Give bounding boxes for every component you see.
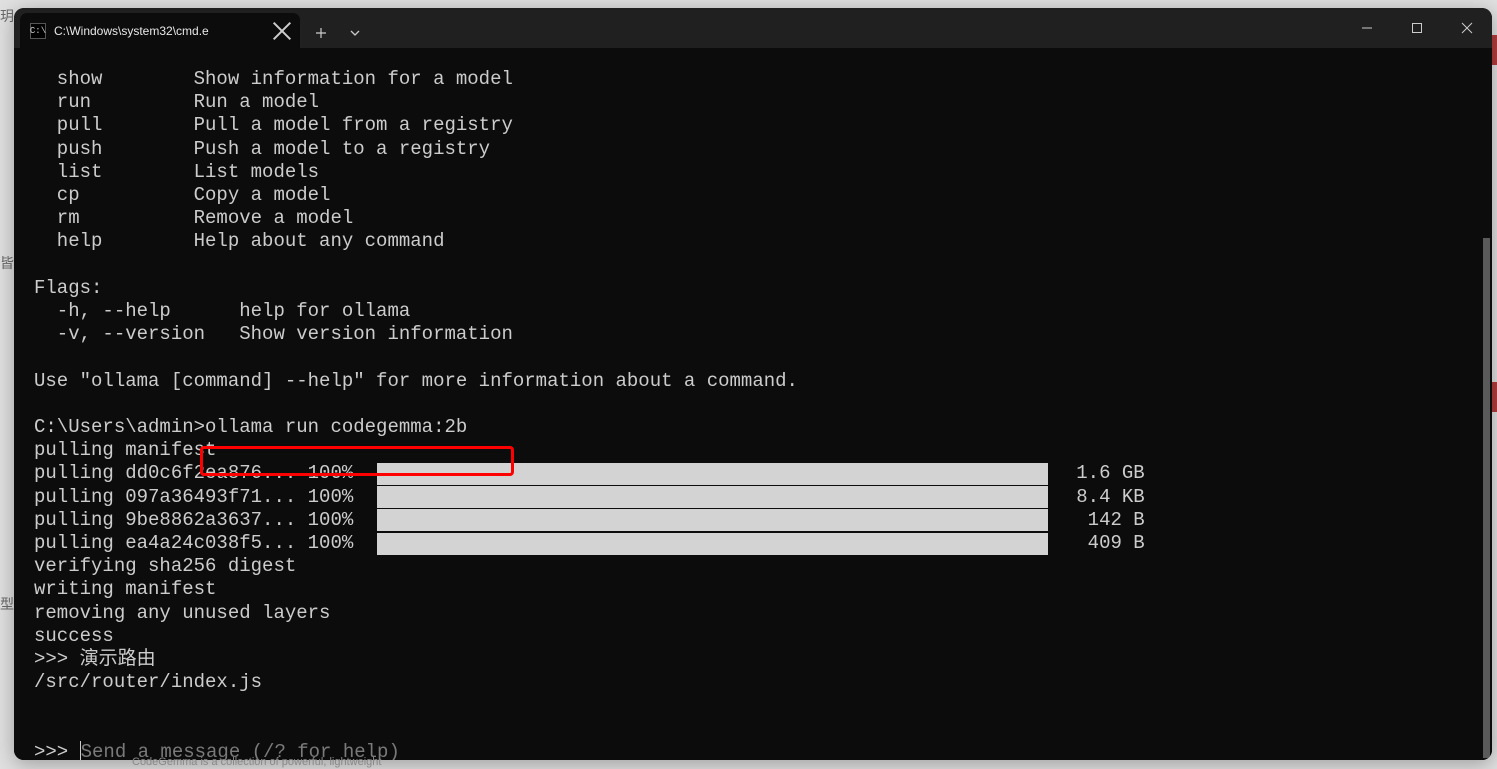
tab-title: C:\Windows\system32\cmd.e xyxy=(54,24,268,38)
progress-size: 142 B xyxy=(1076,509,1144,532)
progress-bar xyxy=(377,463,1048,485)
progress-size: 409 B xyxy=(1076,532,1144,555)
tab-dropdown-button[interactable] xyxy=(338,18,372,48)
progress-size: 8.4 KB xyxy=(1076,486,1144,509)
progress-row: pulling ea4a24c038f5... 100% 409 B xyxy=(34,532,1492,555)
cmd-icon: C:\ xyxy=(30,23,46,39)
tabs-area: C:\ C:\Windows\system32\cmd.e xyxy=(14,8,372,48)
minimize-button[interactable] xyxy=(1342,8,1392,48)
progress-label: pulling 9be8862a3637... 100% xyxy=(34,509,353,532)
progress-bar xyxy=(377,533,1048,555)
terminal-body[interactable]: show Show information for a model run Ru… xyxy=(14,48,1492,760)
scrollbar[interactable] xyxy=(1483,238,1490,758)
terminal-window: C:\ C:\Windows\system32\cmd.e xyxy=(14,8,1492,760)
titlebar[interactable]: C:\ C:\Windows\system32\cmd.e xyxy=(14,8,1492,48)
tab-close-button[interactable] xyxy=(272,21,292,41)
window-controls xyxy=(1342,8,1492,48)
progress-bar xyxy=(377,486,1048,508)
progress-row: pulling 9be8862a3637... 100% 142 B xyxy=(34,509,1492,532)
tab-cmd[interactable]: C:\ C:\Windows\system32\cmd.e xyxy=(20,13,300,48)
titlebar-drag-area[interactable] xyxy=(372,8,1342,48)
terminal-output: show Show information for a model run Ru… xyxy=(34,48,1492,760)
background-char-3: 型 xyxy=(0,594,14,614)
progress-label: pulling dd0c6f2ea876... 100% xyxy=(34,462,353,485)
background-text: CodeGemma is a collection of powerful, l… xyxy=(132,756,381,768)
progress-size: 1.6 GB xyxy=(1076,462,1144,485)
text-cursor xyxy=(80,741,81,760)
progress-row: pulling 097a36493f71... 100% 8.4 KB xyxy=(34,486,1492,509)
new-tab-button[interactable] xyxy=(304,18,338,48)
maximize-button[interactable] xyxy=(1392,8,1442,48)
progress-label: pulling ea4a24c038f5... 100% xyxy=(34,532,353,555)
progress-label: pulling 097a36493f71... 100% xyxy=(34,486,353,509)
background-char-2: 皆 xyxy=(0,253,14,273)
chat-prompt: >>> xyxy=(34,741,80,760)
close-window-button[interactable] xyxy=(1442,8,1492,48)
background-char-1: 玥 xyxy=(0,6,14,26)
progress-row: pulling dd0c6f2ea876... 100% 1.6 GB xyxy=(34,462,1492,485)
progress-bar xyxy=(377,509,1048,531)
